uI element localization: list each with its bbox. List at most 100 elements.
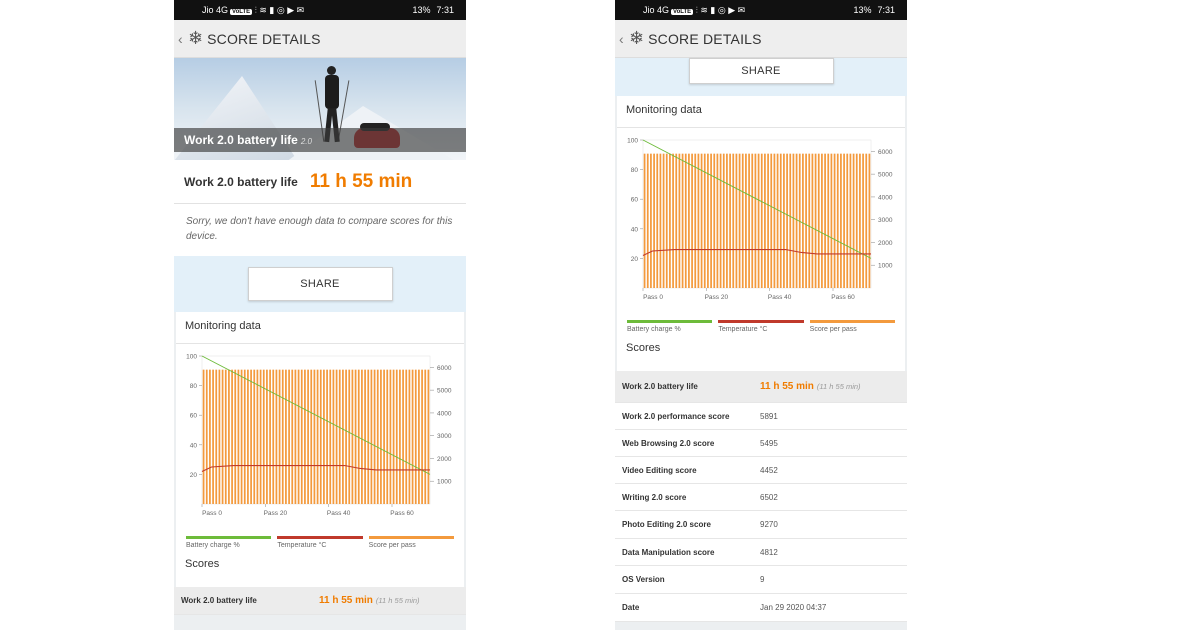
y-left-tick-label: 60: [190, 413, 198, 420]
x-tick-label: Pass 20: [705, 294, 729, 301]
score-bar: [814, 153, 817, 288]
score-bar: [202, 369, 205, 504]
score-bar: [669, 153, 671, 288]
score-bar: [376, 369, 379, 504]
score-bar: [817, 153, 820, 288]
score-bar: [389, 369, 392, 504]
share-button[interactable]: SHARE: [688, 58, 834, 84]
score-bar: [351, 369, 354, 504]
battery-icon: 13%: [853, 5, 872, 15]
score-bar: [291, 369, 294, 504]
score-bar: [741, 153, 744, 288]
y-left-tick-label: 100: [186, 354, 197, 361]
plot-area: [642, 139, 872, 289]
score-bar: [656, 153, 659, 288]
score-value: Jan 29 2020 04:37: [760, 603, 827, 612]
score-bar: [653, 153, 655, 288]
score-sub: (11 h 55 min): [375, 596, 420, 605]
back-chevron-icon[interactable]: ‹: [178, 31, 188, 47]
score-bar: [221, 369, 224, 504]
score-bar: [808, 153, 811, 288]
score-bar: [224, 369, 227, 504]
score-bar: [833, 153, 836, 288]
table-row: OS Version 9: [615, 566, 907, 594]
score-bar: [760, 153, 763, 288]
score-label: Work 2.0 performance score: [622, 411, 730, 421]
legend-score: Score per pass: [809, 320, 895, 333]
score-bar: [262, 369, 265, 504]
score-bar: [237, 369, 240, 504]
score-bar: [722, 153, 725, 288]
score-bar: [767, 153, 769, 288]
y-right-tick-label: 6000: [437, 365, 452, 372]
score-bar: [735, 153, 738, 288]
score-label: Video Editing score: [622, 465, 697, 475]
score-bar: [830, 153, 833, 288]
score-bar: [843, 153, 845, 288]
score-bar: [256, 369, 259, 504]
score-value: 5891: [760, 411, 778, 421]
x-tick-label: Pass 40: [327, 510, 351, 517]
y-left-tick-label: 100: [627, 138, 638, 145]
score-bar: [754, 153, 757, 288]
monitoring-title: Monitoring data: [176, 312, 464, 344]
score-bar: [665, 153, 668, 288]
score-bar: [710, 153, 712, 288]
score-bar: [862, 153, 864, 288]
share-button[interactable]: SHARE: [247, 267, 393, 301]
score-bar: [307, 369, 309, 504]
x-tick-label: Pass 0: [202, 510, 222, 517]
score-bar: [272, 369, 275, 504]
score-bar: [678, 153, 681, 288]
score-bar: [373, 369, 376, 504]
page-title: SCORE DETAILS: [648, 30, 762, 47]
score-bar: [719, 153, 722, 288]
clock: 7:31: [436, 5, 454, 15]
monitoring-chart: 100 80 60 40 20 6000 5000 4000 3000 2000 1000 Pass …: [186, 354, 452, 518]
score-bar: [253, 369, 256, 504]
score-bar: [304, 369, 306, 504]
score-bar: [259, 369, 262, 504]
score-value: 4812: [760, 547, 778, 557]
legend-temperature: Temperature °C: [277, 536, 363, 549]
score-bar: [269, 369, 271, 504]
page-title: SCORE DETAILS: [207, 30, 321, 47]
score-bar: [846, 153, 849, 288]
y-right-tick-label: 3000: [878, 217, 893, 224]
score-bar: [418, 369, 420, 504]
legend-temperature: Temperature °C: [718, 320, 804, 333]
phone-screen-left: Jio 4G VoLTE ⫶ ≋ ▮ ◎ ▶ ✉ 13% 7:31 ‹ ❄ SCO…: [174, 0, 466, 630]
score-bar: [278, 369, 281, 504]
score-bar: [348, 369, 351, 504]
score-bar: [802, 153, 804, 288]
legend-score: Score per pass: [368, 536, 454, 549]
carrier-label: Jio 4G: [643, 4, 670, 15]
status-icons: ⫶ ≋ ▮ ◎ ▶ ✉: [254, 4, 305, 15]
score-bar: [855, 153, 858, 288]
back-chevron-icon[interactable]: ‹: [619, 31, 629, 47]
score-bar: [275, 369, 278, 504]
status-bar: Jio 4G VoLTE ⫶ ≋ ▮ ◎ ▶ ✉ 13% 7:31: [615, 0, 907, 20]
score-bar: [342, 369, 344, 504]
score-value: 11 h 55 min: [760, 381, 814, 392]
y-left-tick-label: 60: [631, 197, 639, 204]
snowflake-icon: ❄: [629, 28, 645, 48]
score-value: 9270: [760, 520, 778, 529]
status-bar: Jio 4G VoLTE ⫶ ≋ ▮ ◎ ▶ ✉ 13% 7:31: [174, 0, 466, 20]
score-bar: [703, 153, 706, 288]
score-bar: [757, 153, 760, 288]
x-tick-label: Pass 40: [768, 294, 792, 301]
y-left-tick-label: 40: [190, 442, 198, 449]
x-tick-label: Pass 20: [264, 510, 288, 517]
hero-label: Work 2.0 battery life 2.0: [174, 128, 466, 152]
score-bar: [380, 369, 382, 504]
table-row: Video Editing score 4452: [615, 457, 907, 484]
score-bar: [852, 153, 855, 288]
monitoring-card: Monitoring data 100 80 60 40 20 6000 5000 4000 3…: [176, 312, 464, 587]
headline-score-value: 11 h 55 min: [309, 170, 413, 192]
score-bar: [729, 153, 731, 288]
score-bar: [726, 153, 728, 288]
table-row: Date Jan 29 2020 04:37: [615, 594, 907, 622]
score-bar: [789, 153, 792, 288]
y-right-tick-label: 2000: [437, 456, 452, 463]
